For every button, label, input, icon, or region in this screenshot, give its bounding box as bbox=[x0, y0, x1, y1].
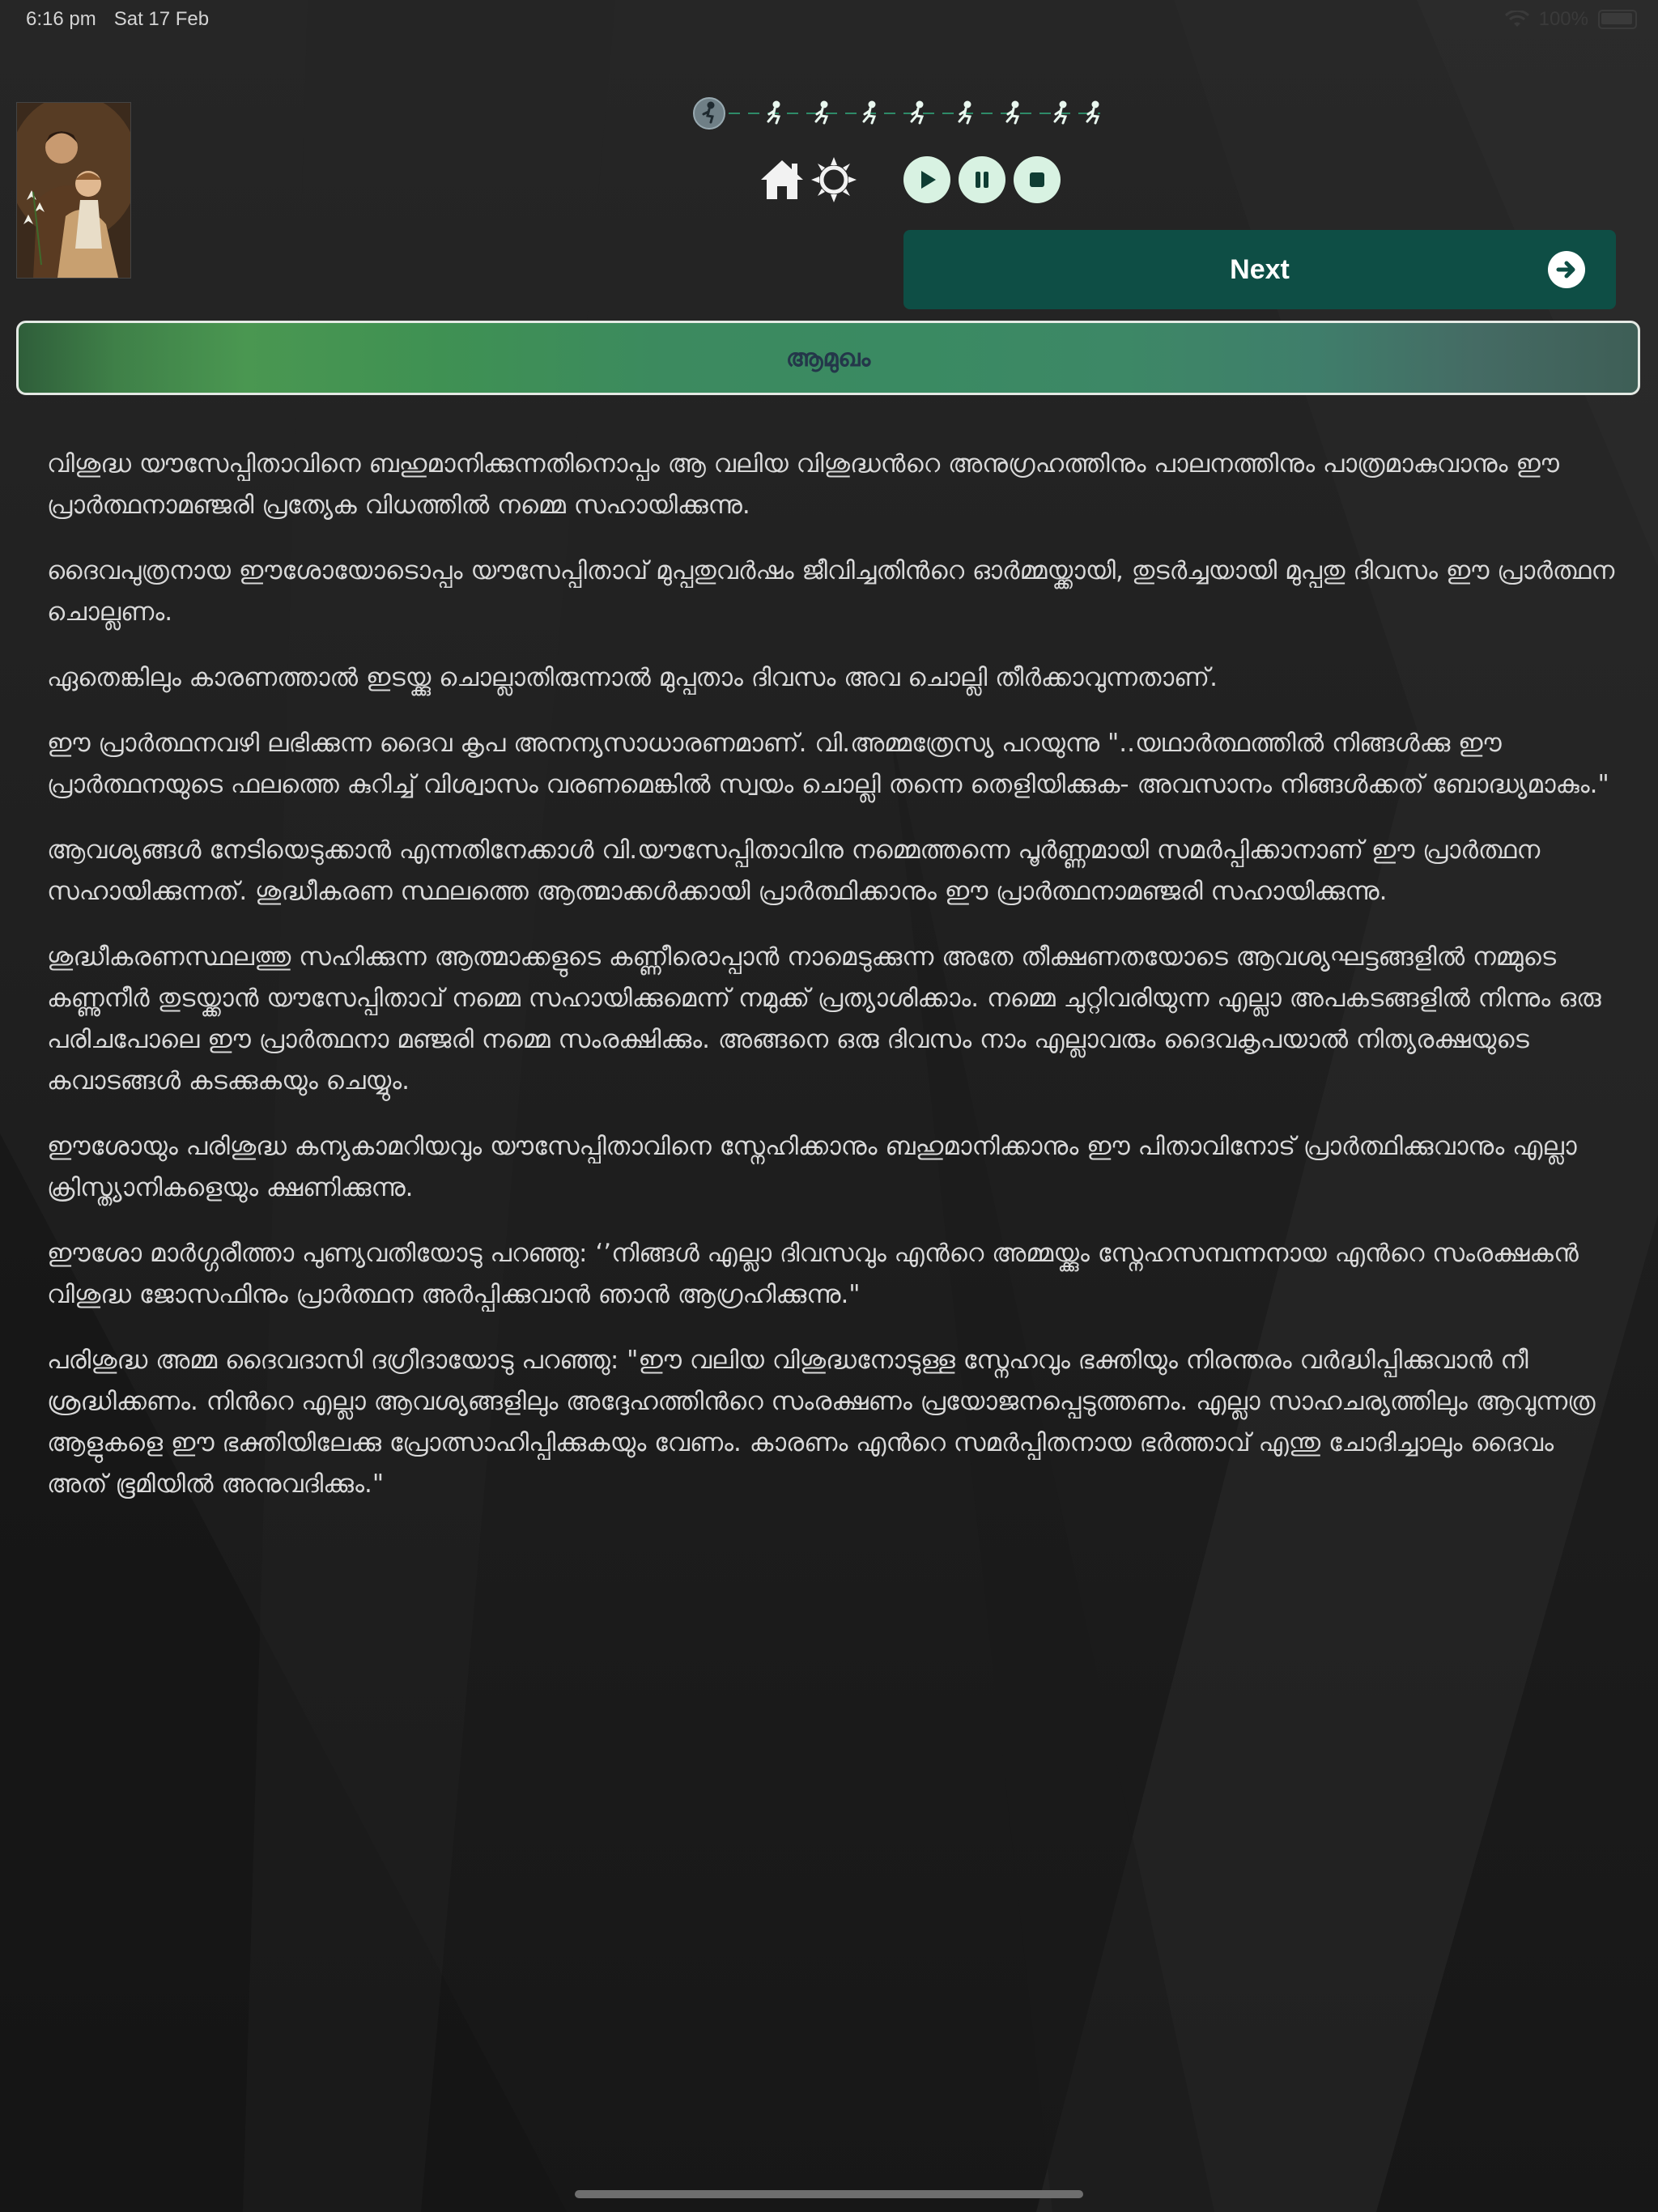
home-indicator[interactable] bbox=[575, 2190, 1083, 2198]
section-header: ആമുഖം bbox=[16, 321, 1640, 395]
status-bar-left: 6:16 pm Sat 17 Feb bbox=[26, 8, 209, 31]
brightness-button[interactable] bbox=[808, 154, 860, 206]
section-title: ആമുഖം bbox=[785, 343, 871, 372]
status-time: 6:16 pm bbox=[26, 8, 96, 30]
status-bar-right: 100% bbox=[1504, 8, 1637, 31]
paragraph: പരിശുദ്ധ അമ്മ ദൈവദാസി ദഗ്രീദായോടു പറഞ്ഞു… bbox=[47, 1346, 1596, 1499]
paragraph: ആവശ്യങ്ങൾ നേടിയെടുക്കാൻ എന്നതിനേക്കാൾ വി… bbox=[47, 836, 1541, 906]
battery-icon bbox=[1598, 10, 1637, 29]
paragraph: ഈശോ മാർഗ്ഗരീത്താ പുണ്യവതിയോടു പറഞ്ഞു: ‘’… bbox=[47, 1239, 1579, 1309]
progress-step-3[interactable] bbox=[814, 100, 829, 125]
brightness-icon bbox=[811, 157, 857, 202]
progress-step-1[interactable] bbox=[693, 97, 725, 130]
status-date: Sat 17 Feb bbox=[113, 8, 210, 30]
home-icon bbox=[761, 160, 803, 199]
paragraph: ഈശോയും പരിശുദ്ധ കന്യകാമറിയവും യൗസേപ്പിതാ… bbox=[47, 1132, 1577, 1202]
paragraph: ഏതെങ്കിലും കാരണത്താൽ ഇടയ്ക്കു ചൊല്ലാതിരു… bbox=[47, 663, 1218, 692]
pause-button[interactable] bbox=[959, 156, 1005, 203]
stop-icon bbox=[1030, 172, 1044, 187]
next-button[interactable]: Next bbox=[903, 230, 1616, 309]
paragraph: ദൈവപുത്രനായ ഈശോയോടൊപ്പം യൗസേപ്പിതാവ് മുപ… bbox=[47, 556, 1615, 627]
home-button[interactable] bbox=[756, 154, 808, 206]
progress-steps bbox=[693, 97, 1100, 130]
paragraph: ശുദ്ധീകരണസ്ഥലത്തു സഹിക്കുന്ന ആത്മാക്കളുട… bbox=[47, 942, 1601, 1095]
content-body: വിശുദ്ധ യൗസേപ്പിതാവിനെ ബഹുമാനിക്കുന്നതിന… bbox=[47, 444, 1618, 1529]
stop-button[interactable] bbox=[1014, 156, 1061, 203]
progress-step-7[interactable] bbox=[1005, 100, 1020, 125]
play-icon bbox=[921, 171, 936, 189]
arrow-right-circle-icon bbox=[1548, 251, 1585, 288]
toolbar bbox=[756, 154, 1069, 206]
battery-percent: 100% bbox=[1538, 8, 1588, 30]
progress-step-9[interactable] bbox=[1086, 100, 1100, 125]
play-button[interactable] bbox=[903, 156, 950, 203]
next-button-label: Next bbox=[1230, 253, 1290, 285]
paragraph: ഈ പ്രാർത്ഥനവഴി ലഭിക്കുന്ന ദൈവ കൃപ അനന്യസ… bbox=[47, 729, 1609, 799]
progress-step-5[interactable] bbox=[910, 100, 925, 125]
wifi-icon bbox=[1504, 11, 1529, 27]
saint-joseph-image bbox=[16, 102, 131, 279]
paragraph: വിശുദ്ധ യൗസേപ്പിതാവിനെ ബഹുമാനിക്കുന്നതിന… bbox=[47, 449, 1559, 520]
pause-icon bbox=[976, 172, 988, 188]
